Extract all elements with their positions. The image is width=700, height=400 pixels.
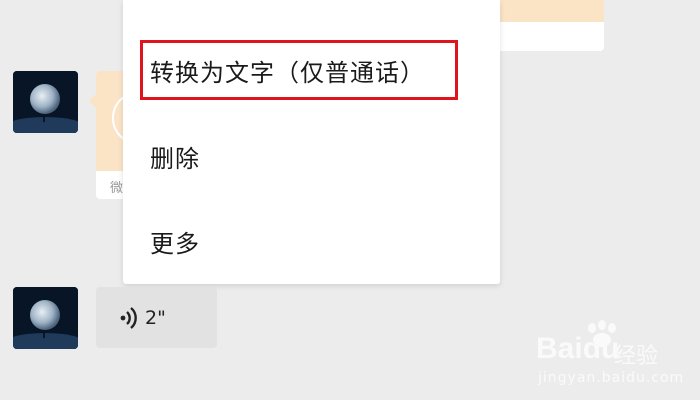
card-thumbnail: [498, 0, 604, 22]
voice-wave-icon: [120, 306, 137, 329]
menu-item-more[interactable]: 更多: [123, 211, 500, 271]
earth-avatar-image: [13, 287, 78, 349]
watermark-brand: Baidu: [536, 332, 620, 365]
shared-card-message[interactable]: [498, 0, 604, 51]
menu-item-convert-to-text[interactable]: 转换为文字（仅普通话）: [123, 40, 500, 100]
baidu-jingyan-watermark: Baidu 经验 jingyan.baidu.com: [536, 320, 696, 390]
watermark-product: 经验: [614, 344, 659, 369]
card-source-label: 微: [110, 181, 124, 196]
voice-message-bubble[interactable]: 2": [96, 287, 217, 348]
message-context-menu: 转换为文字（仅普通话） 删除 更多: [123, 0, 500, 284]
menu-item-label: 转换为文字（仅普通话）: [150, 58, 425, 87]
voice-duration: 2": [145, 306, 166, 329]
menu-item-delete[interactable]: 删除: [123, 126, 500, 186]
menu-item-label: 更多: [150, 229, 200, 258]
contact-avatar[interactable]: [13, 287, 78, 349]
menu-item-label: 删除: [150, 144, 200, 173]
earth-avatar-image: [13, 71, 78, 133]
watermark-url: jingyan.baidu.com: [538, 370, 685, 386]
contact-avatar[interactable]: [13, 71, 78, 133]
